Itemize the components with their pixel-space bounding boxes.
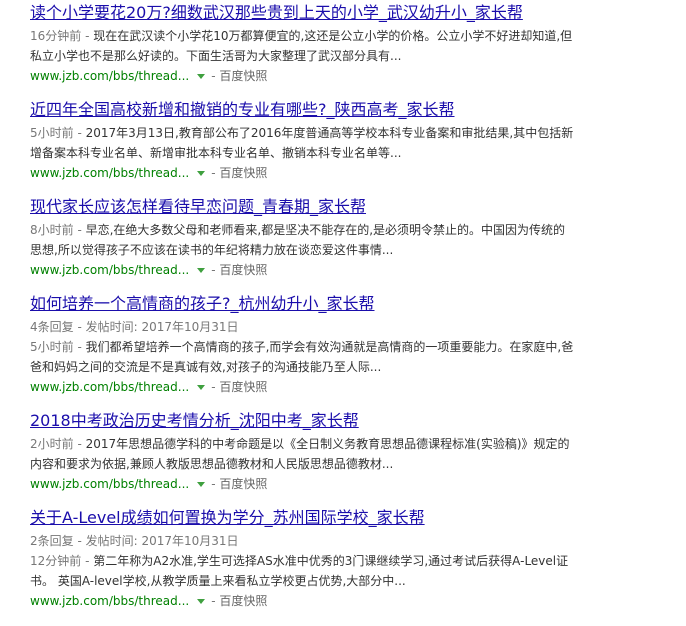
search-result: 关于A-Level成绩如何置换为学分_苏州国际学校_家长帮 2条回复 - 发帖时…: [30, 507, 680, 611]
search-result: 现代家长应该怎样看待早恋问题_青春期_家长帮 8小时前 - 早恋,在绝大多数父母…: [30, 196, 680, 280]
dropdown-arrow-icon[interactable]: [197, 384, 206, 390]
dropdown-arrow-icon[interactable]: [197, 73, 206, 79]
result-title-link[interactable]: 如何培养一个高情商的孩子?_杭州幼升小_家长帮: [30, 293, 375, 315]
result-time: 5小时前 -: [30, 126, 86, 140]
result-snippet: 16分钟前 - 现在在武汉读个小学花10万都算便宜的,这还是公立小学的价格。公立…: [30, 26, 575, 66]
url-separator: -: [211, 594, 216, 608]
result-url[interactable]: www.jzb.com/bbs/thread...: [30, 380, 189, 394]
result-time: 8小时前 -: [30, 223, 86, 237]
url-separator: -: [211, 380, 216, 394]
result-snippet-text: 2017年思想品德学科的中考命题是以《全日制义务教育思想品德课程标准(实验稿)》…: [30, 437, 570, 471]
search-result: 近四年全国高校新增和撤销的专业有哪些?_陕西高考_家长帮 5小时前 - 2017…: [30, 99, 680, 183]
url-separator: -: [211, 166, 216, 180]
result-snippet: 12分钟前 - 第二年称为A2水准,学生可选择AS水准中优秀的3门课继续学习,通…: [30, 551, 575, 591]
result-snippet-text: 我们都希望培养一个高情商的孩子,而学会有效沟通就是高情商的一项重要能力。在家庭中…: [30, 340, 574, 374]
dropdown-arrow-icon[interactable]: [197, 170, 206, 176]
baidu-snapshot-link[interactable]: 百度快照: [219, 263, 267, 277]
result-time: 16分钟前 -: [30, 29, 94, 43]
result-reply-meta: 2条回复 - 发帖时间: 2017年10月31日: [30, 534, 239, 548]
result-url[interactable]: www.jzb.com/bbs/thread...: [30, 263, 189, 277]
result-url-line: www.jzb.com/bbs/thread... - 百度快照: [30, 163, 680, 183]
result-snippet-text: 2017年3月13日,教育部公布了2016年度普通高等学校本科专业备案和审批结果…: [30, 126, 574, 160]
result-url[interactable]: www.jzb.com/bbs/thread...: [30, 594, 189, 608]
result-snippet-text: 第二年称为A2水准,学生可选择AS水准中优秀的3门课继续学习,通过考试后获得A-…: [30, 554, 569, 588]
dropdown-arrow-icon[interactable]: [197, 267, 206, 273]
result-url-line: www.jzb.com/bbs/thread... - 百度快照: [30, 66, 680, 86]
result-url-line: www.jzb.com/bbs/thread... - 百度快照: [30, 377, 680, 397]
baidu-snapshot-link[interactable]: 百度快照: [219, 69, 267, 83]
search-result: 读个小学要花20万?细数武汉那些贵到上天的小学_武汉幼升小_家长帮 16分钟前 …: [30, 2, 680, 86]
result-time: 5小时前 -: [30, 340, 86, 354]
url-separator: -: [211, 263, 216, 277]
search-result: 如何培养一个高情商的孩子?_杭州幼升小_家长帮 4条回复 - 发帖时间: 201…: [30, 293, 680, 397]
baidu-snapshot-link[interactable]: 百度快照: [219, 166, 267, 180]
result-url-line: www.jzb.com/bbs/thread... - 百度快照: [30, 591, 680, 611]
result-title-link[interactable]: 2018中考政治历史考情分析_沈阳中考_家长帮: [30, 410, 359, 432]
result-url[interactable]: www.jzb.com/bbs/thread...: [30, 477, 189, 491]
result-snippet: 5小时前 - 我们都希望培养一个高情商的孩子,而学会有效沟通就是高情商的一项重要…: [30, 337, 575, 377]
baidu-snapshot-link[interactable]: 百度快照: [219, 477, 267, 491]
result-title-link[interactable]: 读个小学要花20万?细数武汉那些贵到上天的小学_武汉幼升小_家长帮: [30, 2, 523, 24]
dropdown-arrow-icon[interactable]: [197, 481, 206, 487]
result-url-line: www.jzb.com/bbs/thread... - 百度快照: [30, 260, 680, 280]
url-separator: -: [211, 477, 216, 491]
result-title-link[interactable]: 近四年全国高校新增和撤销的专业有哪些?_陕西高考_家长帮: [30, 99, 455, 121]
result-snippet: 5小时前 - 2017年3月13日,教育部公布了2016年度普通高等学校本科专业…: [30, 123, 575, 163]
result-reply-meta: 4条回复 - 发帖时间: 2017年10月31日: [30, 320, 239, 334]
baidu-snapshot-link[interactable]: 百度快照: [219, 380, 267, 394]
result-url[interactable]: www.jzb.com/bbs/thread...: [30, 166, 189, 180]
result-snippet: 8小时前 - 早恋,在绝大多数父母和老师看来,都是坚决不能存在的,是必须明令禁止…: [30, 220, 575, 260]
result-url-line: www.jzb.com/bbs/thread... - 百度快照: [30, 474, 680, 494]
url-separator: -: [211, 69, 216, 83]
result-title-link[interactable]: 现代家长应该怎样看待早恋问题_青春期_家长帮: [30, 196, 366, 218]
search-results-list: 读个小学要花20万?细数武汉那些贵到上天的小学_武汉幼升小_家长帮 16分钟前 …: [30, 0, 680, 611]
result-snippet-text: 早恋,在绝大多数父母和老师看来,都是坚决不能存在的,是必须明令禁止的。中国因为传…: [30, 223, 566, 257]
result-snippet-text: 现在在武汉读个小学花10万都算便宜的,这还是公立小学的价格。公立小学不好进却知道…: [30, 29, 573, 63]
baidu-snapshot-link[interactable]: 百度快照: [219, 594, 267, 608]
search-result: 2018中考政治历史考情分析_沈阳中考_家长帮 2小时前 - 2017年思想品德…: [30, 410, 680, 494]
result-title-link[interactable]: 关于A-Level成绩如何置换为学分_苏州国际学校_家长帮: [30, 507, 425, 529]
result-time: 12分钟前 -: [30, 554, 94, 568]
dropdown-arrow-icon[interactable]: [197, 598, 206, 604]
result-snippet: 2小时前 - 2017年思想品德学科的中考命题是以《全日制义务教育思想品德课程标…: [30, 434, 575, 474]
result-time: 2小时前 -: [30, 437, 86, 451]
result-url[interactable]: www.jzb.com/bbs/thread...: [30, 69, 189, 83]
